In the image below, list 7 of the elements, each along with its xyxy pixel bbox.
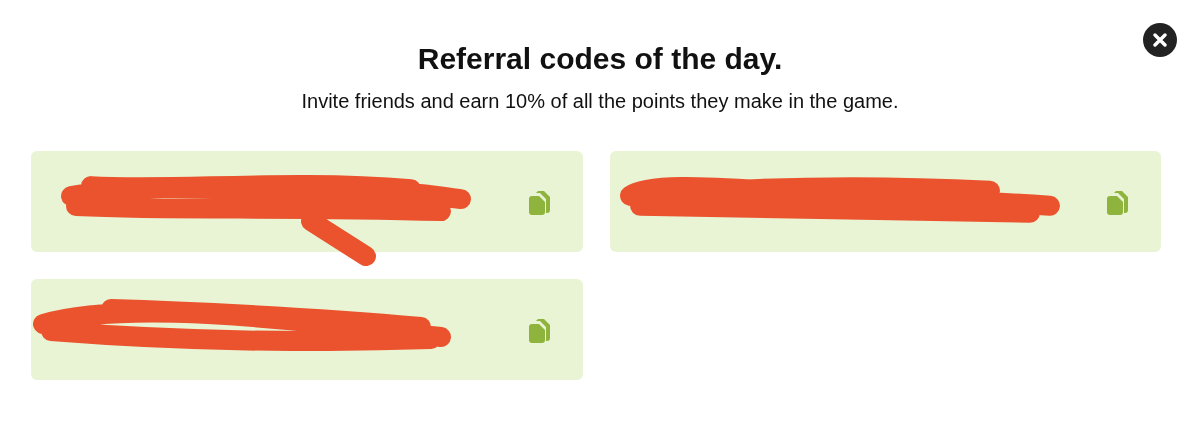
copy-icon[interactable] (529, 188, 553, 215)
dialog-title: Referral codes of the day. (417, 42, 783, 76)
close-button[interactable] (1143, 23, 1177, 57)
close-icon (1153, 33, 1167, 47)
copy-icon[interactable] (1107, 188, 1131, 215)
copy-icon[interactable] (529, 316, 553, 343)
dialog-subtitle: Invite friends and earn 10% of all the points they make in the game. (301, 90, 899, 113)
